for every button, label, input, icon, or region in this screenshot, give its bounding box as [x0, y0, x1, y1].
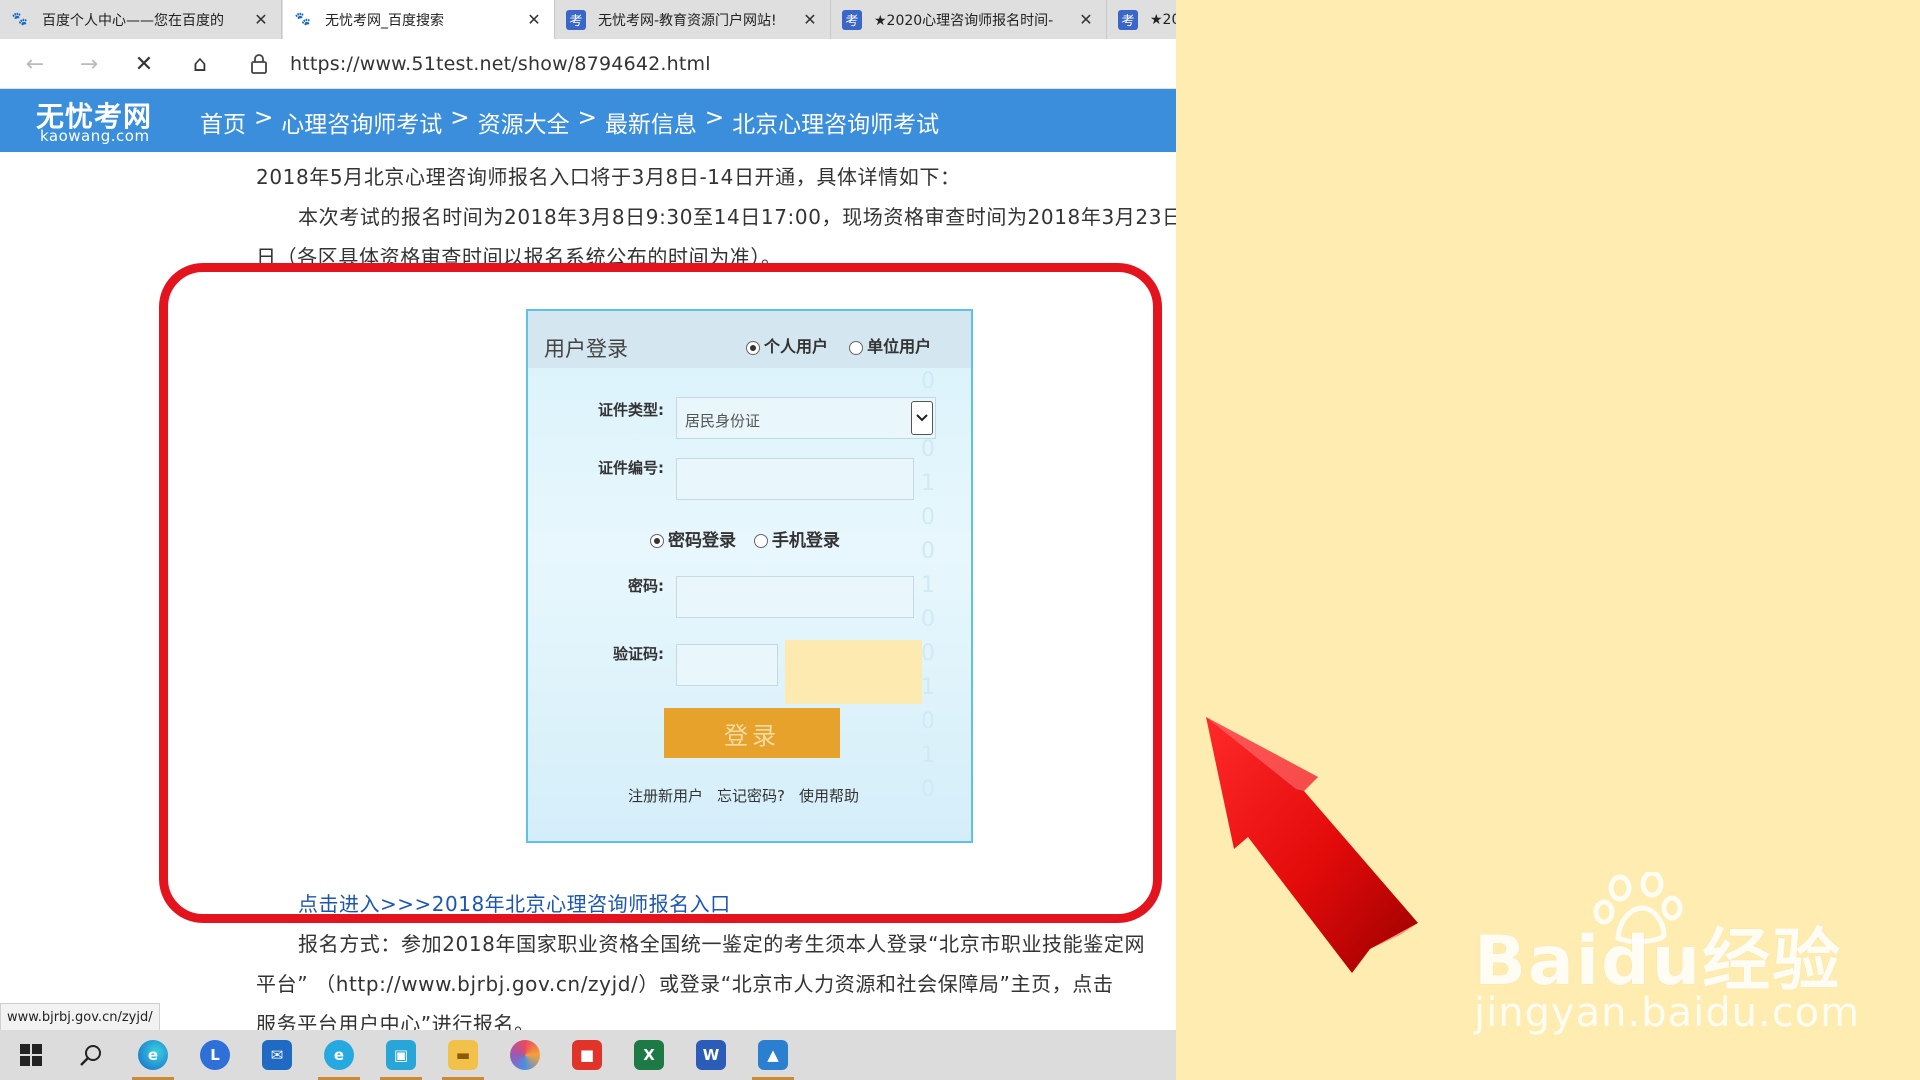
close-icon[interactable]: ✕ — [524, 10, 544, 29]
breadcrumb-resources[interactable]: 资源大全 — [478, 105, 570, 139]
home-icon[interactable]: ⌂ — [185, 49, 215, 79]
tab-kaowang-home[interactable]: 考 无忧考网-教育资源门户网站! ✕ — [556, 0, 831, 39]
stop-loading-icon[interactable]: ✕ — [129, 49, 159, 79]
close-icon[interactable]: ✕ — [800, 10, 820, 29]
breadcrumb-separator: > — [450, 105, 470, 131]
breadcrumb-home[interactable]: 首页 — [200, 105, 246, 139]
tab-title: 无忧考网-教育资源门户网站! — [598, 12, 777, 29]
baidu-paw-icon: 🐾 — [11, 12, 29, 27]
breadcrumb-latest[interactable]: 最新信息 — [605, 105, 697, 139]
article-paragraph: 报名方式：参加2018年国家职业资格全国统一鉴定的考生须本人登录“北京市职业技能… — [298, 932, 1146, 956]
lock-icon — [251, 54, 267, 74]
address-bar[interactable]: https://www.51test.net/show/8794642.html — [246, 45, 1176, 83]
site-logo-domain: kaowang.com — [40, 127, 150, 145]
breadcrumb-separator: > — [577, 105, 597, 131]
tab-kaowang-partial[interactable]: 考 ★20 — [1108, 0, 1176, 39]
breadcrumb-counselor-exam[interactable]: 心理咨询师考试 — [281, 105, 442, 139]
breadcrumb-separator: > — [254, 105, 274, 131]
navigation-bar: ← → ✕ ⌂ https://www.51test.net/show/8794… — [0, 39, 1176, 89]
tab-title: ★20 — [1150, 11, 1176, 28]
word-icon[interactable]: W — [686, 1035, 736, 1075]
ie-icon[interactable]: e — [314, 1035, 364, 1080]
screenshot-stage: 🐾 百度个人中心——您在百度的 ✕ 🐾 无忧考网_百度搜索 ✕ 考 无忧考网-教… — [0, 0, 1920, 1080]
search-icon[interactable] — [66, 1035, 116, 1075]
tab-baidu-search[interactable]: 🐾 无忧考网_百度搜索 ✕ — [283, 0, 555, 39]
tab-title: ★2020心理咨询师报名时间- — [874, 12, 1054, 29]
baidu-paw-icon: 🐾 — [294, 12, 312, 27]
tab-baidu-center[interactable]: 🐾 百度个人中心——您在百度的 ✕ — [0, 0, 282, 39]
color-app-icon[interactable] — [500, 1035, 550, 1075]
breadcrumb-separator: > — [704, 105, 725, 131]
taskbar: e L ✉ e ▣ ▬ ■ X W ▲ — [0, 1030, 1176, 1080]
url-text: https://www.51test.net/show/8794642.html — [290, 53, 711, 75]
photos-icon[interactable]: ▲ — [748, 1035, 798, 1080]
site-header: 无忧考网 kaowang.com 首页 > 心理咨询师考试 > 资源大全 > 最… — [0, 89, 1176, 152]
article-paragraph: 2018年5月北京心理咨询师报名入口将于3月8日-14日开通，具体详情如下： — [256, 165, 961, 189]
kaowang-icon: 考 — [1118, 9, 1138, 30]
highlight-frame — [159, 263, 1162, 923]
back-arrow-icon[interactable]: ← — [20, 49, 50, 79]
tab-title: 无忧考网_百度搜索 — [325, 12, 444, 29]
browser-window: 🐾 百度个人中心——您在百度的 ✕ 🐾 无忧考网_百度搜索 ✕ 考 无忧考网-教… — [0, 0, 1176, 1080]
close-icon[interactable]: ✕ — [1076, 10, 1096, 29]
watermark-site: jingyan.baidu.com — [1474, 990, 1861, 1036]
windows-start-icon[interactable] — [6, 1035, 56, 1075]
file-explorer-icon[interactable]: ▬ — [438, 1035, 488, 1080]
tab-title: 百度个人中心——您在百度的 — [42, 12, 224, 29]
kaowang-icon: 考 — [566, 9, 586, 30]
forward-arrow-icon[interactable]: → — [74, 49, 104, 79]
kaowang-icon: 考 — [842, 9, 862, 30]
red-app-icon[interactable]: ■ — [562, 1035, 612, 1075]
status-url-tooltip: www.bjrbj.gov.cn/zyjd/ — [0, 1003, 160, 1031]
mail-icon[interactable]: ✉ — [252, 1035, 302, 1075]
red-pointer-arrow-icon — [1206, 717, 1418, 973]
l-app-icon[interactable]: L — [190, 1035, 240, 1075]
breadcrumb-beijing-exam[interactable]: 北京心理咨询师考试 — [732, 105, 939, 139]
article-paragraph: 本次考试的报名时间为2018年3月8日9:30至14日17:00，现场资格审查时… — [298, 205, 1176, 229]
excel-icon[interactable]: X — [624, 1035, 674, 1075]
tab-bar: 🐾 百度个人中心——您在百度的 ✕ 🐾 无忧考网_百度搜索 ✕ 考 无忧考网-教… — [0, 0, 1176, 39]
article-paragraph: 平台” （http://www.bjrbj.gov.cn/zyjd/）或登录“北… — [256, 972, 1114, 996]
close-icon[interactable]: ✕ — [251, 10, 271, 29]
screen-app-icon[interactable]: ▣ — [376, 1035, 426, 1080]
tab-kaowang-2020[interactable]: 考 ★2020心理咨询师报名时间- ✕ — [832, 0, 1107, 39]
edge-icon[interactable]: e — [128, 1035, 178, 1080]
breadcrumb: 首页 > 心理咨询师考试 > 资源大全 > 最新信息 > 北京心理咨询师考试 — [200, 105, 939, 139]
